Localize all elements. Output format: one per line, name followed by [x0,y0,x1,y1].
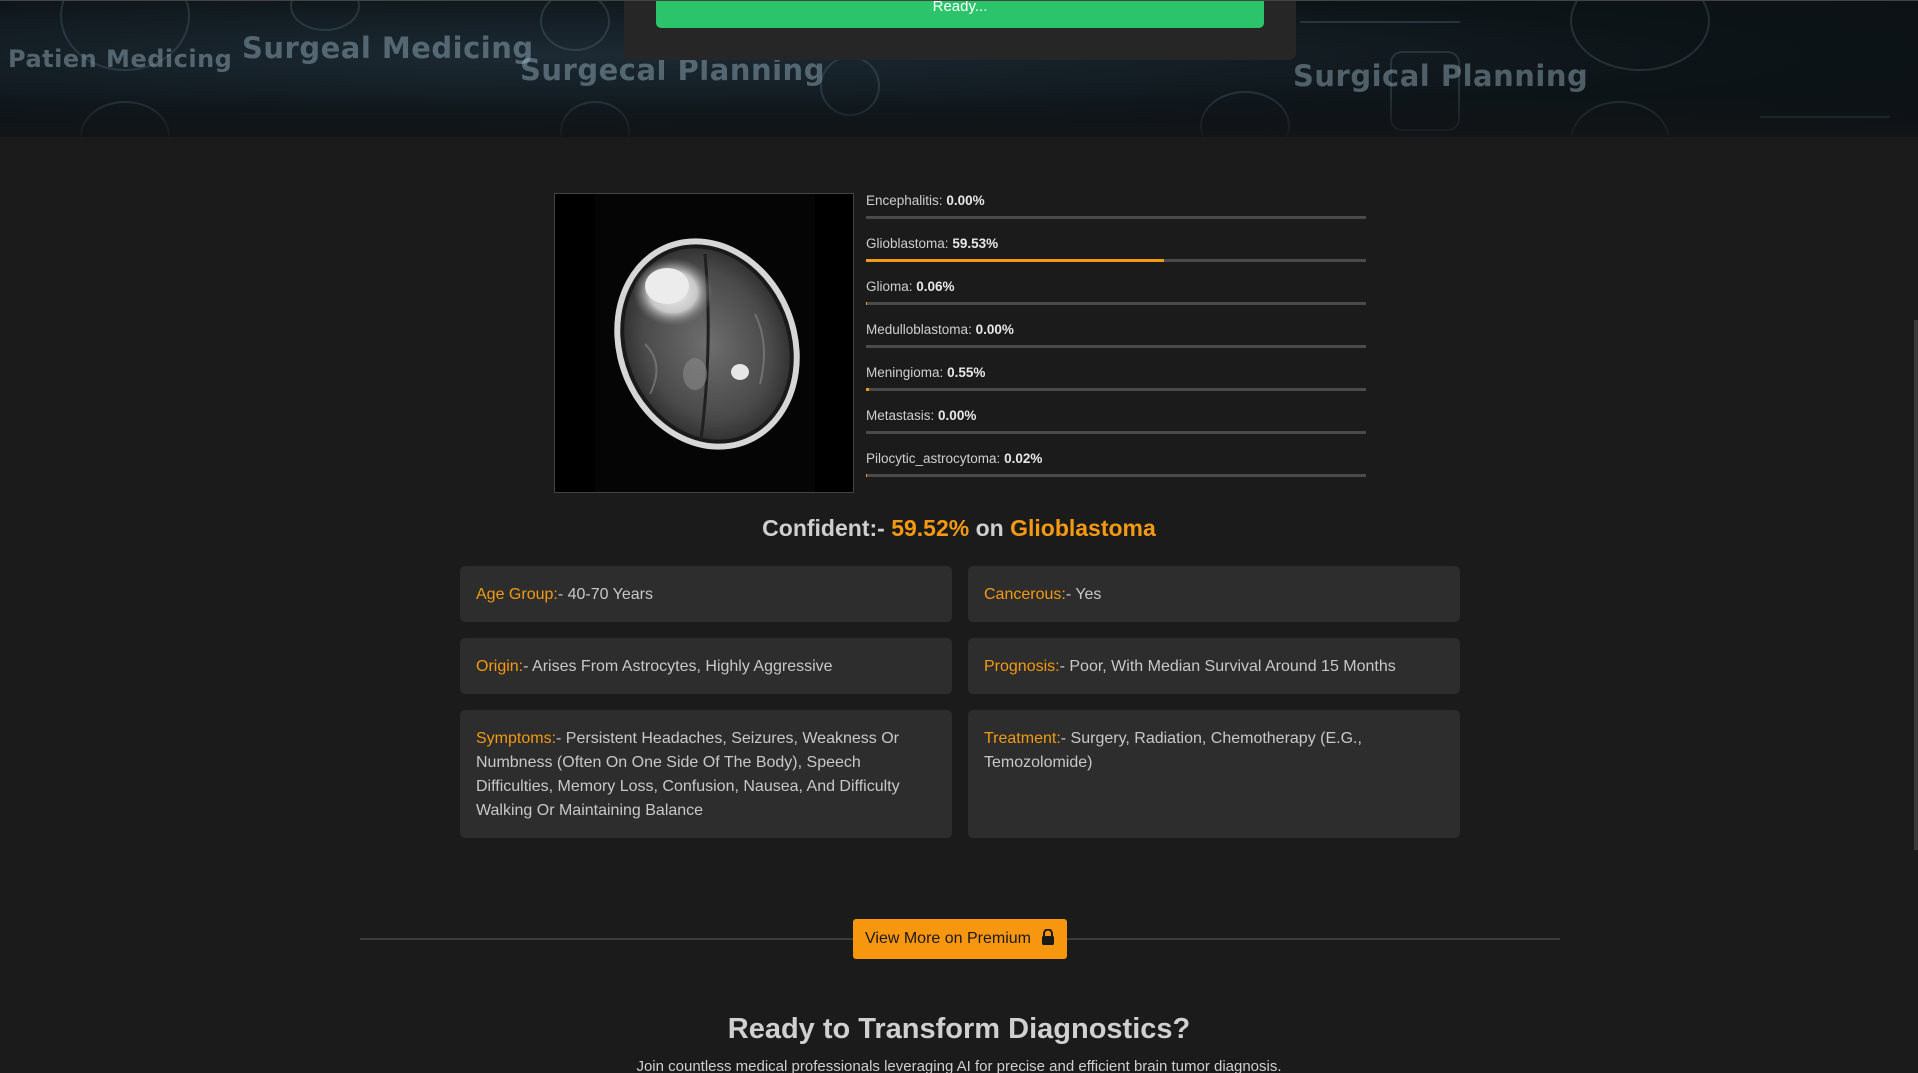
hero-banner: Patien Medicing Surgeal Medicing Surgeca… [0,0,1918,137]
probability-item-medulloblastoma: Medulloblastoma: 0.00% [866,322,1366,365]
info-key: Treatment: [984,730,1061,747]
view-premium-button[interactable]: View More on Premium [853,919,1067,959]
confidence-percent: 59.52% [891,515,970,541]
info-card-age-group: Age Group:- 40-70 Years [460,566,952,622]
probability-bar [866,302,1366,305]
probability-item-glioma: Glioma: 0.06% [866,279,1366,322]
status-progress-bar: Ready... [656,1,1264,28]
info-card-origin: Origin:- Arises From Astrocytes, Highly … [460,638,952,694]
banner-text: Surgical Planning [1293,59,1589,93]
probability-bar [866,431,1366,434]
info-key: Age Group: [476,586,558,603]
lock-icon [1041,928,1055,950]
banner-text: Patien Medicing [8,45,233,73]
cta-title: Ready to Transform Diagnostics? [727,1013,1191,1045]
probability-label: Meningioma: 0.55% [866,365,986,380]
info-card-cancerous: Cancerous:- Yes [968,566,1460,622]
probability-bar-fill [866,388,869,391]
info-value: - Yes [1065,586,1102,603]
info-key: Prognosis: [984,658,1060,675]
probability-item-encephalitis: Encephalitis: 0.00% [866,193,1366,236]
info-card-treatment: Treatment:- Surgery, Radiation, Chemothe… [968,710,1460,838]
info-key: Origin: [476,658,524,675]
probability-label: Glioblastoma: 59.53% [866,236,999,251]
confidence-on: on [975,515,1004,541]
info-key: Cancerous: [984,586,1066,603]
probability-bar [866,345,1366,348]
probability-label: Encephalitis: 0.00% [866,193,985,208]
probability-bar [866,259,1366,262]
confidence-prefix: Confident:- [762,515,885,541]
probability-list: Encephalitis: 0.00% Glioblastoma: 59.53%… [866,193,1366,494]
status-label: Ready... [932,0,988,15]
probability-bar [866,474,1366,477]
probability-label: Pilocytic_astrocytoma: 0.02% [866,451,1043,466]
banner-decoration [540,1,610,51]
info-value: - Arises From Astrocytes, Highly Aggress… [523,658,833,675]
info-value: - Poor, With Median Survival Around 15 M… [1059,658,1396,675]
brain-scan-graphic [595,194,815,492]
banner-decoration [1300,21,1460,23]
probability-bar-fill [866,259,1164,262]
banner-fade [0,97,1918,137]
premium-button-label: View More on Premium [865,930,1031,947]
upload-card: Ready... [624,1,1296,60]
info-card-prognosis: Prognosis:- Poor, With Median Survival A… [968,638,1460,694]
probability-label: Metastasis: 0.00% [866,408,977,423]
probability-label: Medulloblastoma: 0.00% [866,322,1014,337]
probability-bar [866,216,1366,219]
mri-scan-image [554,193,854,493]
probability-item-meningioma: Meningioma: 0.55% [866,365,1366,408]
banner-decoration [1570,1,1710,71]
info-key: Symptoms: [476,730,557,747]
probability-bar [866,388,1366,391]
info-value: - 40-70 Years [557,586,654,603]
confidence-diagnosis: Glioblastoma [1010,515,1156,541]
probability-item-metastasis: Metastasis: 0.00% [866,408,1366,451]
info-card-symptoms: Symptoms:- Persistent Headaches, Seizure… [460,710,952,838]
banner-decoration [290,1,360,31]
probability-label: Glioma: 0.06% [866,279,955,294]
banner-text: Surgeal Medicing [242,31,534,65]
cta-subtitle: Join countless medical professionals lev… [636,1058,1282,1073]
probability-item-pilocytic-astrocytoma: Pilocytic_astrocytoma: 0.02% [866,451,1366,494]
confidence-headline: Confident:- 59.52% on Glioblastoma [0,515,1918,542]
page-scrollbar[interactable] [1914,320,1918,850]
probability-item-glioblastoma: Glioblastoma: 59.53% [866,236,1366,279]
